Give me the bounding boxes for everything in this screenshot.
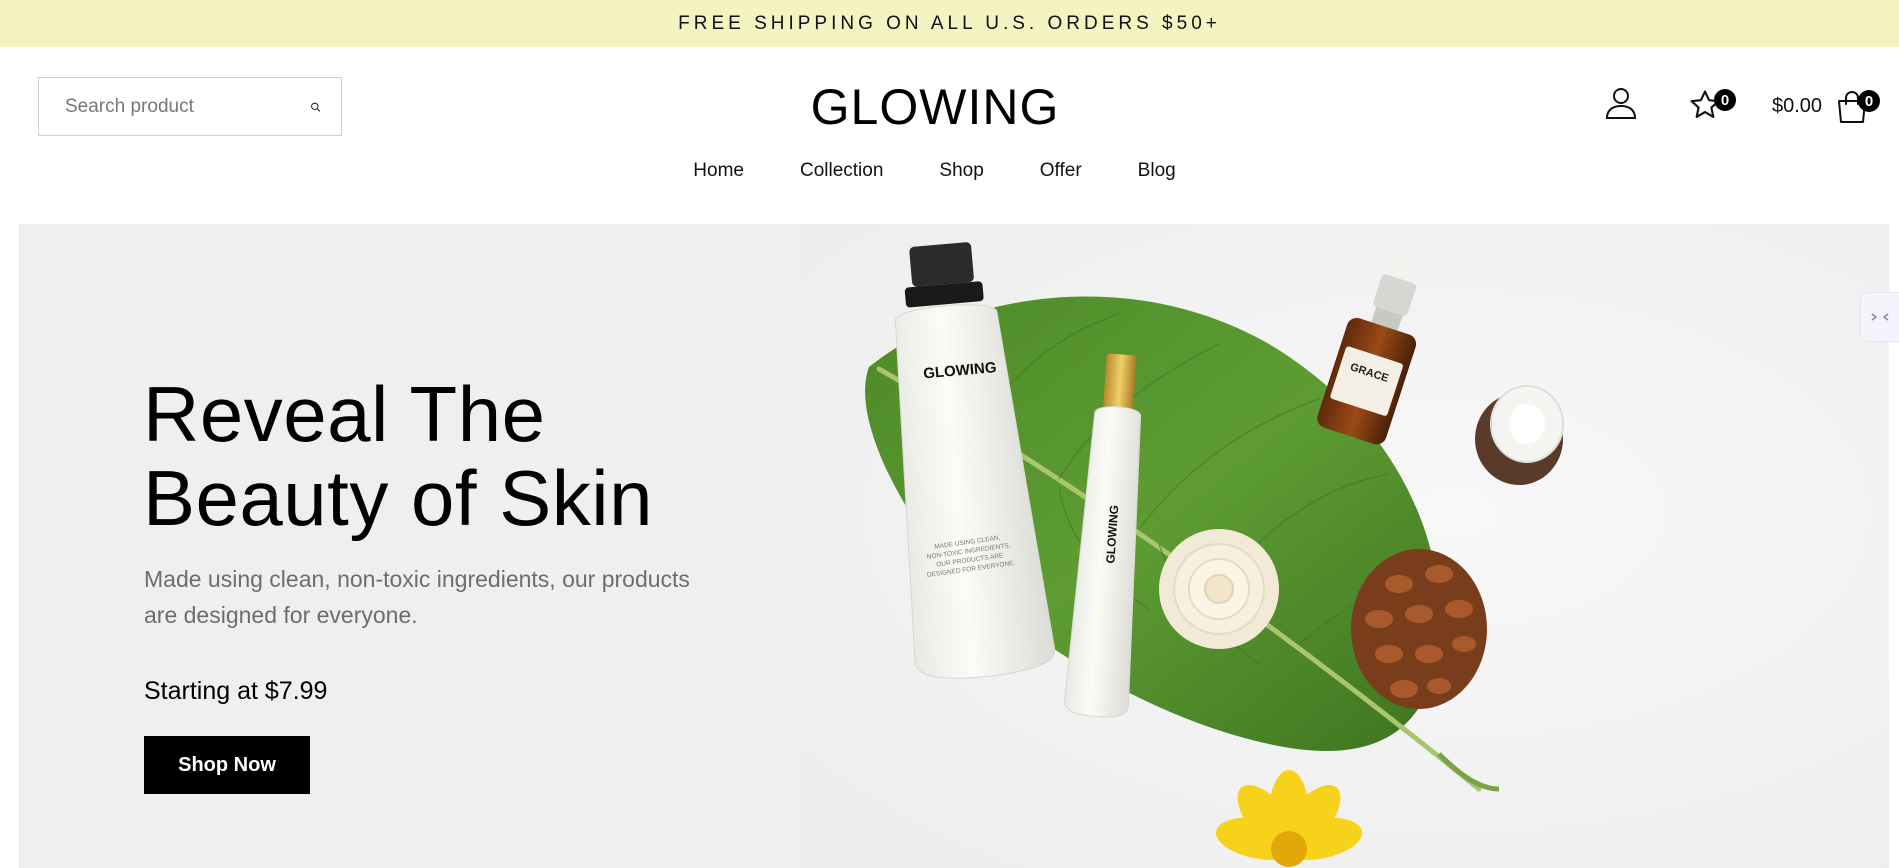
shop-now-button[interactable]: Shop Now — [144, 736, 310, 794]
site-logo[interactable]: GLOWING — [0, 78, 1870, 136]
user-icon — [1605, 88, 1637, 119]
hero-title-line-1: Reveal The — [143, 370, 546, 458]
wishlist-button[interactable]: 0 — [1688, 86, 1736, 126]
hero-description: Made using clean, non-toxic ingredients,… — [144, 566, 690, 628]
hero-title: Reveal The Beauty of Skin — [143, 372, 653, 540]
cart-icon-wrap: 0 — [1836, 88, 1881, 124]
hero-title-line-2: Beauty of Skin — [143, 454, 653, 542]
account-button[interactable] — [1604, 86, 1640, 126]
announcement-text: FREE SHIPPING ON ALL U.S. ORDERS $50+ — [678, 12, 1221, 34]
amber-bottle: GRACE — [1317, 251, 1417, 445]
cart-total: $0.00 — [1772, 94, 1823, 117]
main-nav: Home Collection Shop Offer Blog — [0, 160, 1899, 182]
hero-product-image: GLOWING MADE USING CLEAN, NON-TOXIC INGR… — [865, 242, 1564, 867]
announcement-bar: FREE SHIPPING ON ALL U.S. ORDERS $50+ — [0, 0, 1899, 47]
cart-count-badge: 0 — [1858, 90, 1881, 112]
nav-shop[interactable]: Shop — [939, 160, 983, 182]
wishlist-count-badge: 0 — [1714, 89, 1736, 111]
nav-offer[interactable]: Offer — [1040, 160, 1082, 182]
nav-collection[interactable]: Collection — [800, 160, 883, 182]
nav-home[interactable]: Home — [693, 160, 744, 182]
cart-button[interactable]: $0.00 0 — [1772, 86, 1886, 126]
nav-blog[interactable]: Blog — [1138, 160, 1176, 182]
side-floating-tab[interactable] — [1860, 292, 1899, 342]
pine-cone — [1351, 549, 1487, 709]
collapse-arrows-icon — [1871, 313, 1889, 321]
yellow-flower — [1215, 770, 1363, 867]
hero-banner: Reveal The Beauty of Skin Made using cle… — [19, 224, 1889, 868]
hero-price: Starting at $7.99 — [144, 677, 328, 705]
white-flower — [1159, 529, 1279, 649]
small-jar — [1475, 385, 1564, 485]
